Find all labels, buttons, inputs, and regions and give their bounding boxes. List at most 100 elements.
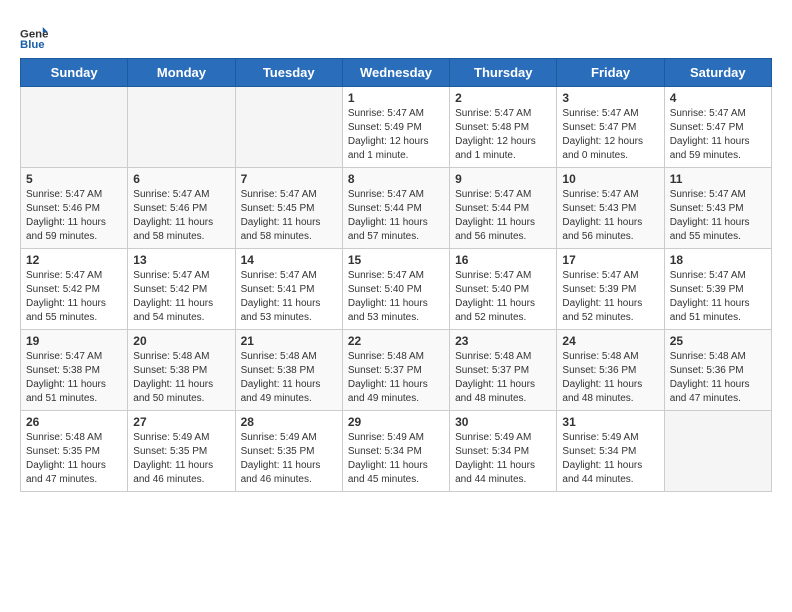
day-info: Sunrise: 5:49 AM Sunset: 5:34 PM Dayligh… <box>562 431 658 487</box>
day-number: 2 <box>455 91 551 105</box>
day-cell: 14 Sunrise: 5:47 AM Sunset: 5:41 PM Dayli… <box>235 249 342 330</box>
day-cell: 31 Sunrise: 5:49 AM Sunset: 5:34 PM Dayli… <box>557 411 664 492</box>
day-info: Sunrise: 5:47 AM Sunset: 5:39 PM Dayligh… <box>670 269 766 325</box>
day-cell: 26Sunrise: 5:48 AM Sunset: 5:35 PM Dayli… <box>21 411 128 492</box>
day-number: 20 <box>133 334 229 348</box>
day-number: 8 <box>348 172 444 186</box>
day-cell: 16Sunrise: 5:47 AM Sunset: 5:40 PM Dayli… <box>450 249 557 330</box>
day-info: Sunrise: 5:47 AM Sunset: 5:44 PM Dayligh… <box>348 188 444 244</box>
day-cell: 1 Sunrise: 5:47 AM Sunset: 5:49 PM Daylig… <box>342 87 449 168</box>
day-cell: 24 Sunrise: 5:48 AM Sunset: 5:36 PM Dayli… <box>557 330 664 411</box>
day-info: Sunrise: 5:47 AM Sunset: 5:44 PM Dayligh… <box>455 188 551 244</box>
day-cell: 20 Sunrise: 5:48 AM Sunset: 5:38 PM Dayli… <box>128 330 235 411</box>
day-cell: 15 Sunrise: 5:47 AM Sunset: 5:40 PM Dayli… <box>342 249 449 330</box>
week-row-1: 1 Sunrise: 5:47 AM Sunset: 5:49 PM Daylig… <box>21 87 772 168</box>
day-number: 4 <box>670 91 766 105</box>
day-cell: 7 Sunrise: 5:47 AM Sunset: 5:45 PM Daylig… <box>235 168 342 249</box>
day-info: Sunrise: 5:49 AM Sunset: 5:34 PM Dayligh… <box>348 431 444 487</box>
day-number: 6 <box>133 172 229 186</box>
day-number: 28 <box>241 415 337 429</box>
day-cell: 17 Sunrise: 5:47 AM Sunset: 5:39 PM Dayli… <box>557 249 664 330</box>
day-info: Sunrise: 5:47 AM Sunset: 5:47 PM Dayligh… <box>670 107 766 163</box>
day-info: Sunrise: 5:47 AM Sunset: 5:42 PM Dayligh… <box>133 269 229 325</box>
svg-text:Blue: Blue <box>20 39 45 48</box>
day-cell: 18 Sunrise: 5:47 AM Sunset: 5:39 PM Dayli… <box>664 249 771 330</box>
day-cell: 5 Sunrise: 5:47 AM Sunset: 5:46 PM Daylig… <box>21 168 128 249</box>
day-cell <box>664 411 771 492</box>
day-cell: 22 Sunrise: 5:48 AM Sunset: 5:37 PM Dayli… <box>342 330 449 411</box>
day-cell: 4 Sunrise: 5:47 AM Sunset: 5:47 PM Daylig… <box>664 87 771 168</box>
day-info: Sunrise: 5:47 AM Sunset: 5:43 PM Dayligh… <box>562 188 658 244</box>
day-header-wednesday: Wednesday <box>342 59 449 87</box>
day-number: 17 <box>562 253 658 267</box>
day-cell: 13 Sunrise: 5:47 AM Sunset: 5:42 PM Dayli… <box>128 249 235 330</box>
day-number: 23 <box>455 334 551 348</box>
day-cell: 30 Sunrise: 5:49 AM Sunset: 5:34 PM Dayli… <box>450 411 557 492</box>
day-number: 14 <box>241 253 337 267</box>
logo: General Blue <box>20 20 52 48</box>
day-cell: 23 Sunrise: 5:48 AM Sunset: 5:37 PM Dayli… <box>450 330 557 411</box>
day-cell: 6 Sunrise: 5:47 AM Sunset: 5:46 PM Daylig… <box>128 168 235 249</box>
week-row-2: 5 Sunrise: 5:47 AM Sunset: 5:46 PM Daylig… <box>21 168 772 249</box>
day-header-friday: Friday <box>557 59 664 87</box>
day-number: 10 <box>562 172 658 186</box>
day-cell <box>128 87 235 168</box>
day-number: 16 <box>455 253 551 267</box>
day-cell: 11Sunrise: 5:47 AM Sunset: 5:43 PM Dayli… <box>664 168 771 249</box>
day-number: 19 <box>26 334 122 348</box>
day-info: Sunrise: 5:48 AM Sunset: 5:37 PM Dayligh… <box>348 350 444 406</box>
day-cell: 21Sunrise: 5:48 AM Sunset: 5:38 PM Dayli… <box>235 330 342 411</box>
day-number: 9 <box>455 172 551 186</box>
day-cell <box>21 87 128 168</box>
week-row-5: 26Sunrise: 5:48 AM Sunset: 5:35 PM Dayli… <box>21 411 772 492</box>
logo-icon: General Blue <box>20 20 48 48</box>
day-number: 24 <box>562 334 658 348</box>
calendar-header-row: SundayMondayTuesdayWednesdayThursdayFrid… <box>21 59 772 87</box>
day-info: Sunrise: 5:47 AM Sunset: 5:45 PM Dayligh… <box>241 188 337 244</box>
day-header-sunday: Sunday <box>21 59 128 87</box>
week-row-3: 12 Sunrise: 5:47 AM Sunset: 5:42 PM Dayli… <box>21 249 772 330</box>
day-number: 7 <box>241 172 337 186</box>
day-info: Sunrise: 5:47 AM Sunset: 5:41 PM Dayligh… <box>241 269 337 325</box>
day-number: 22 <box>348 334 444 348</box>
day-cell: 12 Sunrise: 5:47 AM Sunset: 5:42 PM Dayli… <box>21 249 128 330</box>
day-cell: 29 Sunrise: 5:49 AM Sunset: 5:34 PM Dayli… <box>342 411 449 492</box>
day-number: 30 <box>455 415 551 429</box>
day-cell: 2 Sunrise: 5:47 AM Sunset: 5:48 PM Daylig… <box>450 87 557 168</box>
day-number: 18 <box>670 253 766 267</box>
header: General Blue <box>20 20 772 48</box>
day-info: Sunrise: 5:47 AM Sunset: 5:47 PM Dayligh… <box>562 107 658 163</box>
day-number: 31 <box>562 415 658 429</box>
day-info: Sunrise: 5:48 AM Sunset: 5:37 PM Dayligh… <box>455 350 551 406</box>
day-info: Sunrise: 5:47 AM Sunset: 5:40 PM Dayligh… <box>348 269 444 325</box>
day-cell: 19 Sunrise: 5:47 AM Sunset: 5:38 PM Dayli… <box>21 330 128 411</box>
day-cell: 28 Sunrise: 5:49 AM Sunset: 5:35 PM Dayli… <box>235 411 342 492</box>
day-number: 12 <box>26 253 122 267</box>
day-number: 26 <box>26 415 122 429</box>
day-info: Sunrise: 5:48 AM Sunset: 5:38 PM Dayligh… <box>133 350 229 406</box>
day-number: 1 <box>348 91 444 105</box>
day-number: 5 <box>26 172 122 186</box>
day-number: 25 <box>670 334 766 348</box>
day-cell: 27Sunrise: 5:49 AM Sunset: 5:35 PM Dayli… <box>128 411 235 492</box>
day-info: Sunrise: 5:47 AM Sunset: 5:39 PM Dayligh… <box>562 269 658 325</box>
day-info: Sunrise: 5:48 AM Sunset: 5:36 PM Dayligh… <box>562 350 658 406</box>
day-info: Sunrise: 5:47 AM Sunset: 5:46 PM Dayligh… <box>26 188 122 244</box>
day-info: Sunrise: 5:47 AM Sunset: 5:46 PM Dayligh… <box>133 188 229 244</box>
day-info: Sunrise: 5:49 AM Sunset: 5:34 PM Dayligh… <box>455 431 551 487</box>
day-info: Sunrise: 5:47 AM Sunset: 5:48 PM Dayligh… <box>455 107 551 163</box>
day-header-saturday: Saturday <box>664 59 771 87</box>
week-row-4: 19 Sunrise: 5:47 AM Sunset: 5:38 PM Dayli… <box>21 330 772 411</box>
calendar: SundayMondayTuesdayWednesdayThursdayFrid… <box>20 58 772 492</box>
day-info: Sunrise: 5:49 AM Sunset: 5:35 PM Dayligh… <box>133 431 229 487</box>
day-info: Sunrise: 5:47 AM Sunset: 5:49 PM Dayligh… <box>348 107 444 163</box>
day-number: 29 <box>348 415 444 429</box>
day-info: Sunrise: 5:47 AM Sunset: 5:38 PM Dayligh… <box>26 350 122 406</box>
day-info: Sunrise: 5:49 AM Sunset: 5:35 PM Dayligh… <box>241 431 337 487</box>
day-info: Sunrise: 5:47 AM Sunset: 5:42 PM Dayligh… <box>26 269 122 325</box>
day-number: 13 <box>133 253 229 267</box>
day-cell: 9 Sunrise: 5:47 AM Sunset: 5:44 PM Daylig… <box>450 168 557 249</box>
day-info: Sunrise: 5:48 AM Sunset: 5:38 PM Dayligh… <box>241 350 337 406</box>
day-cell: 8 Sunrise: 5:47 AM Sunset: 5:44 PM Daylig… <box>342 168 449 249</box>
day-number: 15 <box>348 253 444 267</box>
